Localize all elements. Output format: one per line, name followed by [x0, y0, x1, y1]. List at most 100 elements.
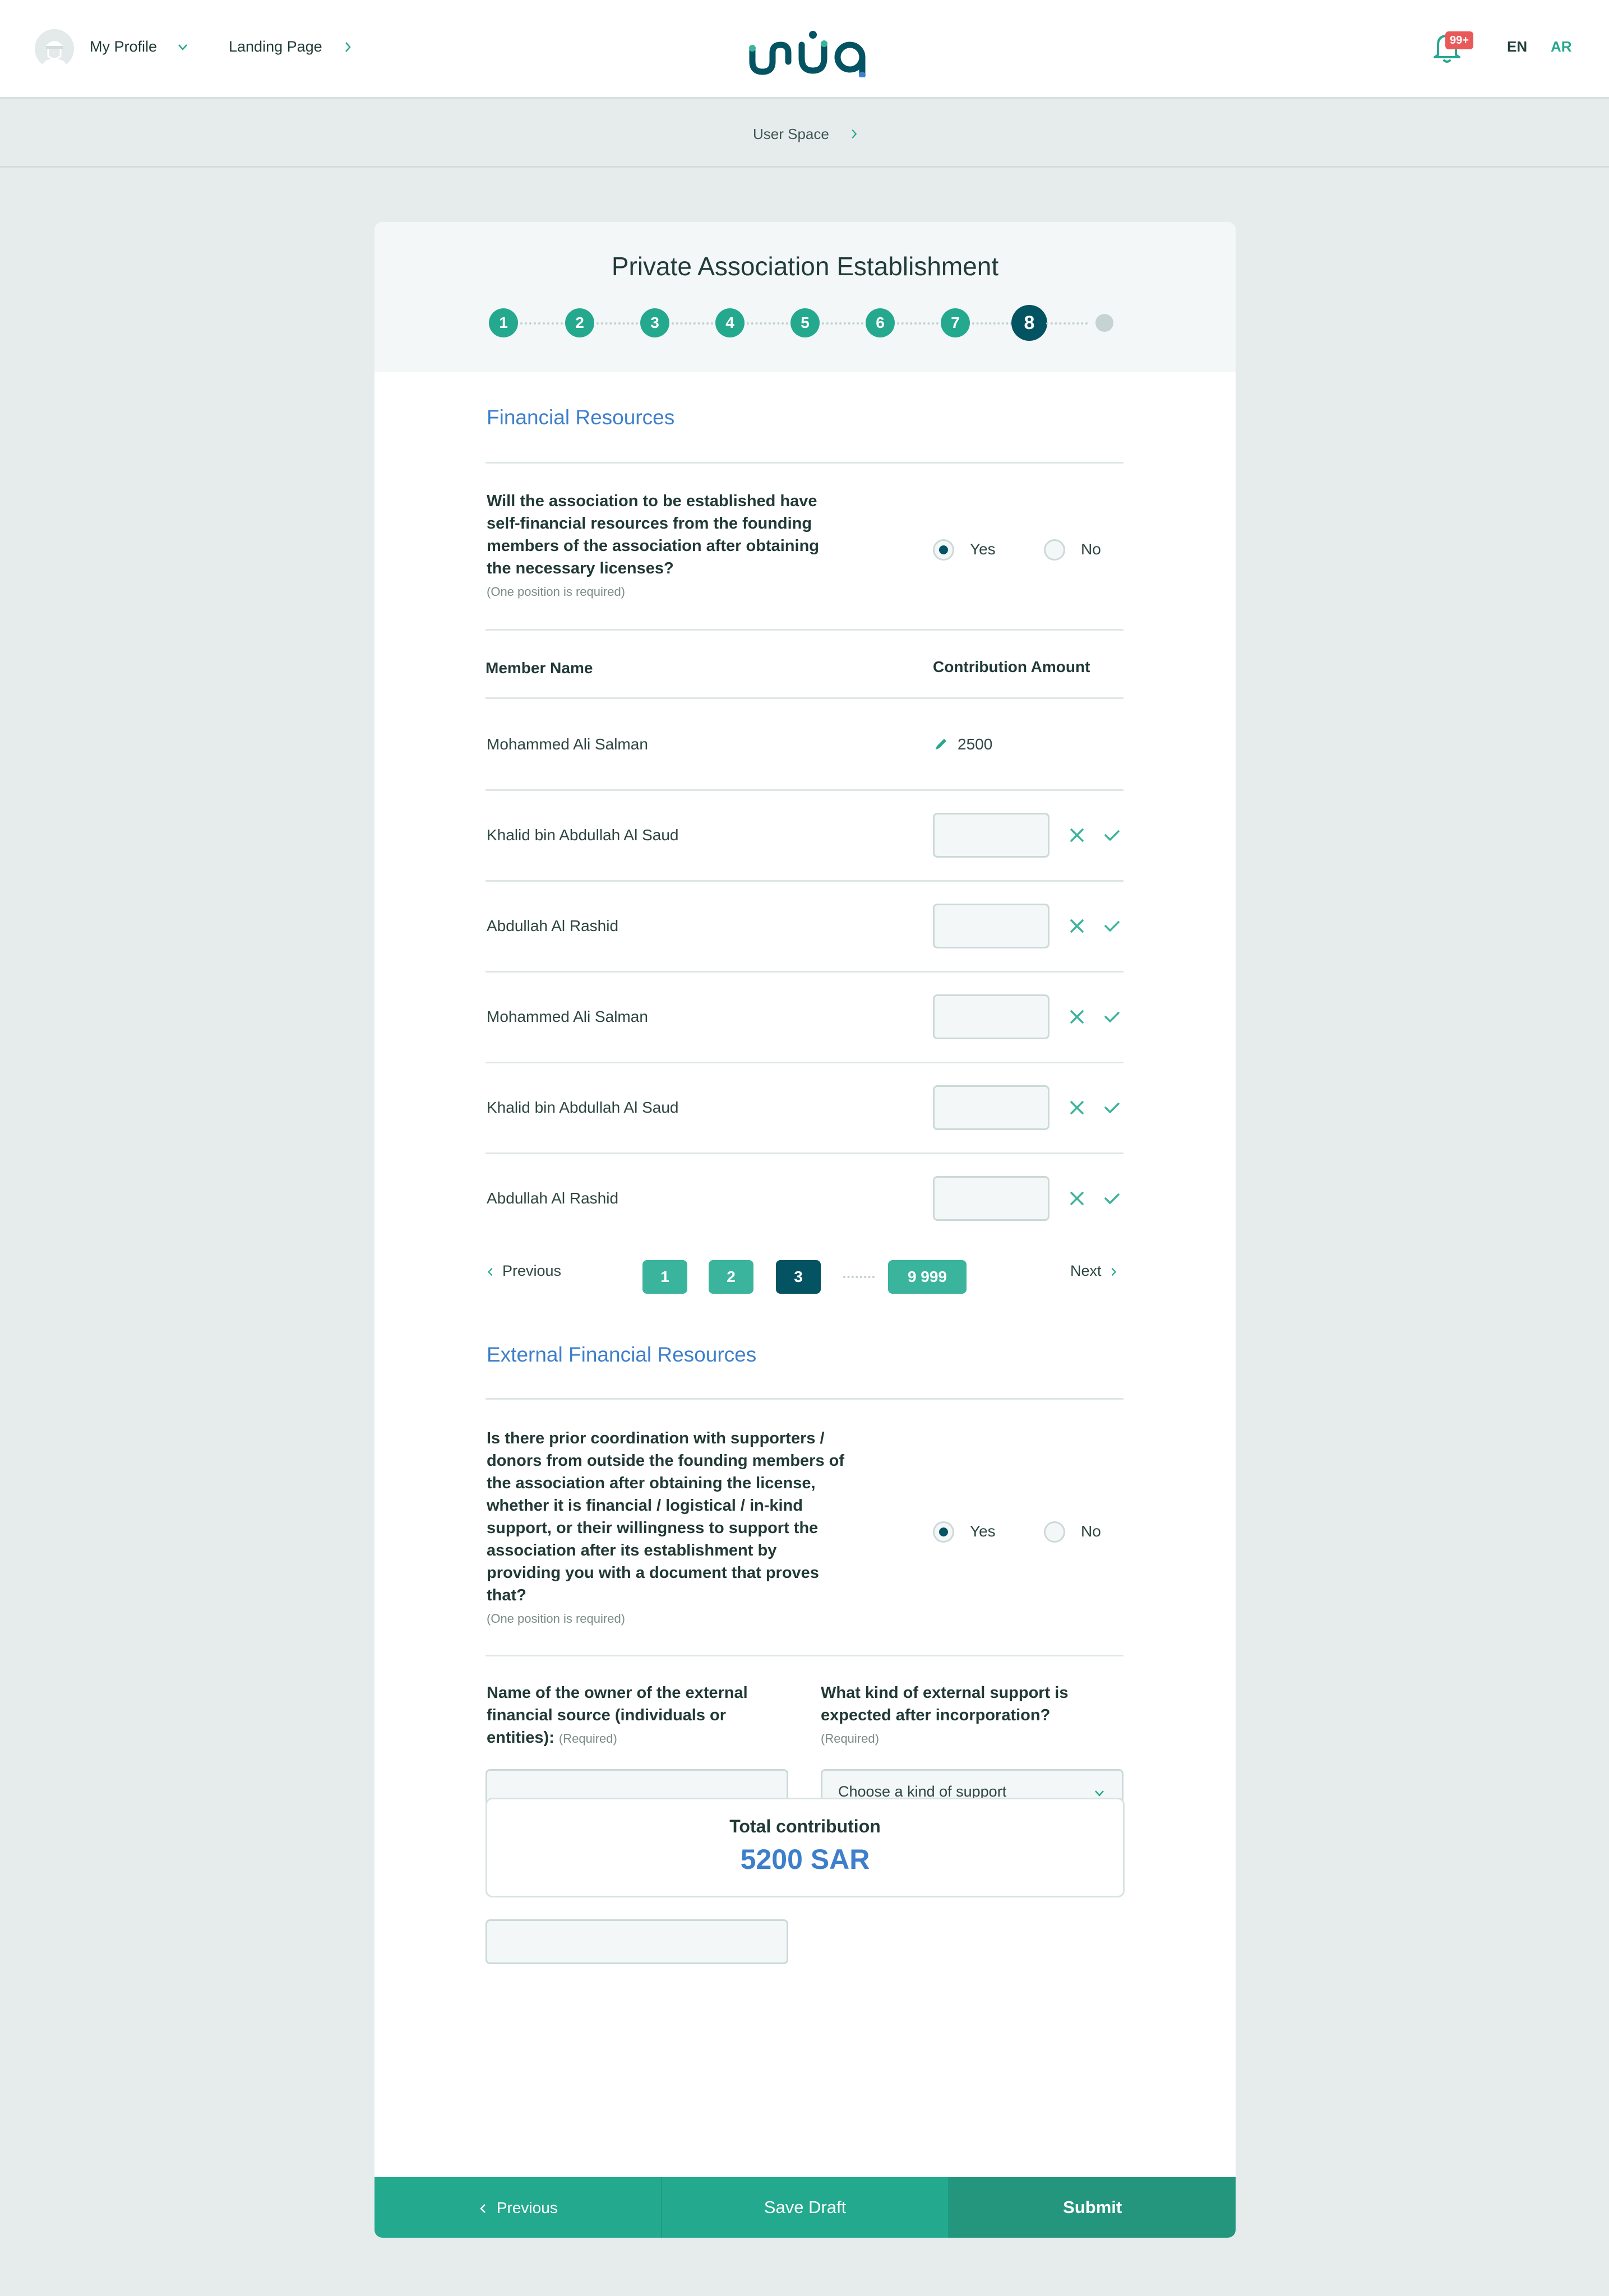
step-1[interactable]: 1: [489, 308, 518, 337]
external-radio-yes-label[interactable]: Yes: [970, 1522, 996, 1540]
language-en-button[interactable]: EN: [1507, 38, 1527, 55]
page-button-3[interactable]: 3: [776, 1260, 821, 1294]
page-button-last[interactable]: 9 999: [888, 1260, 967, 1294]
divider: [486, 1655, 1123, 1656]
pagination-previous[interactable]: Previous: [486, 1262, 561, 1280]
external-question-hint: (One position is required): [487, 1612, 626, 1626]
step-connector: [597, 322, 638, 325]
external-question: Is there prior coordination with support…: [487, 1427, 845, 1629]
member-name: Mohammed Ali Salman: [487, 735, 648, 753]
financial-question: Will the association to be established h…: [487, 490, 845, 602]
contribution-amount-input[interactable]: [933, 1176, 1049, 1221]
top-navbar: My Profile Landing Page 99+ EN AR: [0, 0, 1609, 99]
step-9[interactable]: [1095, 314, 1113, 332]
page-title: Private Association Establishment: [611, 252, 999, 281]
step-4[interactable]: 4: [715, 308, 745, 337]
pagination-previous-label: Previous: [502, 1262, 562, 1279]
member-name: Khalid bin Abdullah Al Saud: [487, 1099, 679, 1116]
kind-label-hint: (Required): [821, 1732, 879, 1746]
step-8[interactable]: 8: [1011, 305, 1047, 341]
confirm-check-icon[interactable]: [1103, 918, 1120, 934]
notification-count-badge: 99+: [1445, 31, 1473, 49]
contribution-amount-input[interactable]: [933, 1085, 1049, 1130]
step-2[interactable]: 2: [565, 308, 594, 337]
pagination-next-label: Next: [1070, 1262, 1102, 1279]
external-amount-input[interactable]: [486, 1919, 788, 1964]
cancel-x-icon[interactable]: [1069, 827, 1085, 844]
financial-radio-no-label[interactable]: No: [1081, 540, 1101, 558]
language-ar-button[interactable]: AR: [1551, 38, 1572, 55]
logo[interactable]: [746, 27, 869, 77]
external-radio-yes[interactable]: [933, 1521, 954, 1543]
external-radio-no[interactable]: [1044, 1521, 1065, 1543]
divider: [486, 789, 1123, 791]
financial-radio-yes-label[interactable]: Yes: [970, 540, 996, 558]
section-title-external: External Financial Resources: [487, 1343, 757, 1366]
step-6[interactable]: 6: [866, 308, 895, 337]
step-connector: [822, 322, 863, 325]
pagination-ellipsis: [843, 1276, 875, 1278]
step-7[interactable]: 7: [941, 308, 970, 337]
submit-button[interactable]: Submit: [949, 2177, 1236, 2238]
total-contribution-box: Total contribution 5200 SAR: [486, 1798, 1125, 1897]
confirm-check-icon[interactable]: [1103, 1008, 1120, 1025]
form-card: Private Association Establishment 123456…: [374, 222, 1236, 2238]
step-connector: [672, 322, 713, 325]
confirm-check-icon[interactable]: [1103, 827, 1120, 844]
chevron-down-icon[interactable]: [176, 40, 189, 54]
owner-field-label: Name of the owner of the external financ…: [487, 1682, 789, 1749]
chevron-right-icon: [345, 42, 351, 52]
previous-button[interactable]: Previous: [374, 2177, 662, 2238]
cancel-x-icon[interactable]: [1069, 918, 1085, 934]
chevron-right-icon: [852, 129, 857, 139]
user-avatar-icon: [35, 29, 74, 68]
confirm-check-icon[interactable]: [1103, 1190, 1120, 1207]
edit-pencil-icon[interactable]: [933, 737, 949, 752]
member-name: Abdullah Al Rashid: [487, 917, 619, 934]
step-5[interactable]: 5: [790, 308, 820, 337]
chevron-left-icon: [480, 2204, 486, 2213]
member-name: Khalid bin Abdullah Al Saud: [487, 826, 679, 844]
kind-label-text: What kind of external support is expecte…: [821, 1684, 1069, 1724]
kind-field-label: What kind of external support is expecte…: [821, 1682, 1101, 1749]
member-name: Abdullah Al Rashid: [487, 1189, 619, 1207]
cancel-x-icon[interactable]: [1069, 1099, 1085, 1116]
previous-button-label: Previous: [496, 2199, 558, 2216]
section-title-financial: Financial Resources: [487, 406, 675, 429]
contribution-amount-input[interactable]: [933, 813, 1049, 858]
financial-question-text: Will the association to be established h…: [487, 492, 819, 577]
divider: [486, 1062, 1123, 1063]
owner-label-text: Name of the owner of the external financ…: [487, 1684, 748, 1747]
financial-radio-no[interactable]: [1044, 539, 1065, 561]
page-button-1[interactable]: 1: [642, 1260, 687, 1294]
column-header-member-name: Member Name: [486, 659, 593, 677]
my-profile-menu[interactable]: My Profile: [90, 38, 157, 55]
owner-label-hint: (Required): [558, 1732, 617, 1746]
chevron-left-icon: [487, 1267, 493, 1276]
cancel-x-icon[interactable]: [1069, 1008, 1085, 1025]
avatar[interactable]: [35, 29, 74, 68]
financial-question-hint: (One position is required): [487, 585, 626, 599]
breadcrumb-user-space[interactable]: User Space: [753, 126, 829, 143]
contribution-amount-input[interactable]: [933, 904, 1049, 948]
total-contribution-label: Total contribution: [729, 1816, 881, 1836]
pagination-next[interactable]: Next: [1070, 1262, 1118, 1280]
step-connector: [1046, 322, 1088, 325]
financial-radio-yes[interactable]: [933, 539, 954, 561]
save-draft-button[interactable]: Save Draft: [662, 2177, 950, 2238]
cancel-x-icon[interactable]: [1069, 1190, 1085, 1207]
page-button-2[interactable]: 2: [709, 1260, 753, 1294]
total-contribution-value: 5200 SAR: [740, 1844, 870, 1875]
divider: [486, 1398, 1123, 1400]
divider: [486, 971, 1123, 973]
member-name: Mohammed Ali Salman: [487, 1008, 648, 1025]
external-radio-no-label[interactable]: No: [1081, 1522, 1101, 1540]
contribution-amount-input[interactable]: [933, 994, 1049, 1039]
stepper: 1 2 3 4 5 6 7 8: [374, 300, 1236, 345]
landing-page-link[interactable]: Landing Page: [229, 38, 322, 55]
step-connector: [972, 322, 1012, 325]
contribution-amount: 2500: [958, 735, 993, 753]
confirm-check-icon[interactable]: [1103, 1099, 1120, 1116]
step-3[interactable]: 3: [640, 308, 669, 337]
divider: [486, 880, 1123, 882]
